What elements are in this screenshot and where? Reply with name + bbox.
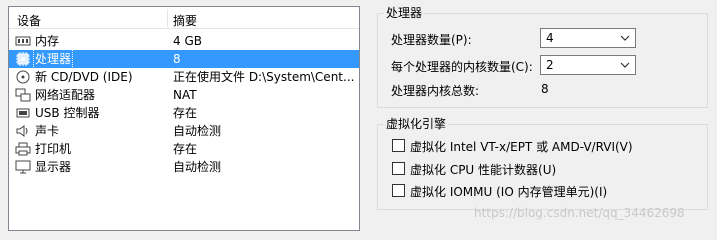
processor-count-select[interactable]: 4	[540, 28, 636, 48]
device-name: 新 CD/DVD (IDE)	[35, 70, 133, 84]
device-summary: 正在使用文件 D:\System\Cent...	[173, 70, 355, 84]
device-row-network-adapter[interactable]: 网络适配器 NAT	[9, 86, 359, 104]
cd-dvd-icon	[16, 70, 30, 84]
device-name: 内存	[35, 34, 60, 48]
device-row-memory[interactable]: 内存 4 GB	[9, 32, 359, 50]
watermark: https://blog.csdn.net/qq_34462698	[474, 206, 685, 220]
summary-column-header[interactable]: 摘要	[173, 12, 197, 29]
processors-group-title: 处理器	[384, 6, 425, 20]
device-name: 处理器	[32, 49, 74, 69]
sound-card-icon	[16, 125, 28, 137]
device-summary: 存在	[173, 142, 198, 156]
device-row-processor[interactable]: 处理器 8	[9, 49, 359, 69]
column-separator[interactable]	[167, 9, 168, 27]
chevron-down-icon	[620, 35, 630, 41]
processor-count-label: 处理器数量(P):	[391, 33, 472, 47]
printer-icon	[15, 142, 31, 156]
vt-x-option-label[interactable]: 虚拟化 Intel VT-x/EPT 或 AMD-V/RVI(V)	[410, 138, 633, 155]
processor-count-value: 4	[546, 31, 554, 45]
vt-x-checkbox[interactable]	[392, 139, 405, 152]
iommu-option-label[interactable]: 虚拟化 IOMMU (IO 内存管理单元)(I)	[410, 183, 607, 200]
device-name: 网络适配器	[35, 88, 96, 102]
cores-per-processor-value: 2	[546, 58, 554, 72]
device-row-sound-card[interactable]: 声卡 自动检测	[9, 122, 359, 140]
processors-group: 处理器 处理器数量(P): 4 每个处理器的内核数量(C): 2 处理器内核总数…	[377, 6, 708, 108]
device-summary: 4 GB	[173, 34, 202, 48]
device-column-header[interactable]: 设备	[17, 12, 41, 29]
device-name: 打印机	[35, 142, 72, 156]
chevron-down-icon	[620, 62, 630, 68]
device-name: 显示器	[35, 160, 72, 174]
device-row-usb-controller[interactable]: USB 控制器 存在	[9, 104, 359, 122]
iommu-checkbox[interactable]	[392, 184, 405, 197]
device-name: 声卡	[35, 124, 60, 138]
device-list[interactable]: 设备 摘要 内存 4 GB 处理器 8 新 CD/DVD (IDE) 正在使用文…	[8, 6, 360, 231]
total-cores-label: 处理器内核总数:	[391, 84, 480, 98]
device-row-printer[interactable]: 打印机 存在	[9, 140, 359, 158]
network-adapter-icon	[15, 88, 31, 102]
display-icon	[15, 160, 31, 174]
processor-icon	[16, 52, 30, 66]
cpu-perf-counters-checkbox[interactable]	[392, 162, 405, 175]
list-header: 设备 摘要	[9, 7, 359, 29]
device-summary: 8	[173, 52, 181, 66]
total-cores-value: 8	[541, 82, 549, 96]
device-summary: 存在	[173, 106, 198, 120]
device-summary: NAT	[173, 88, 197, 102]
device-row-cd-dvd[interactable]: 新 CD/DVD (IDE) 正在使用文件 D:\System\Cent...	[9, 68, 359, 86]
usb-controller-icon	[16, 108, 30, 118]
device-row-display[interactable]: 显示器 自动检测	[9, 158, 359, 176]
memory-icon	[15, 36, 31, 46]
device-summary: 自动检测	[173, 160, 222, 174]
virtualization-group-title: 虚拟化引擎	[384, 117, 449, 131]
cores-per-processor-select[interactable]: 2	[540, 55, 636, 75]
virtualization-group: 虚拟化引擎 虚拟化 Intel VT-x/EPT 或 AMD-V/RVI(V) …	[377, 117, 708, 210]
cores-per-processor-label: 每个处理器的内核数量(C):	[391, 60, 533, 74]
device-summary: 自动检测	[173, 124, 222, 138]
device-name: USB 控制器	[35, 106, 100, 120]
cpu-perf-counters-option-label[interactable]: 虚拟化 CPU 性能计数器(U)	[410, 161, 556, 178]
